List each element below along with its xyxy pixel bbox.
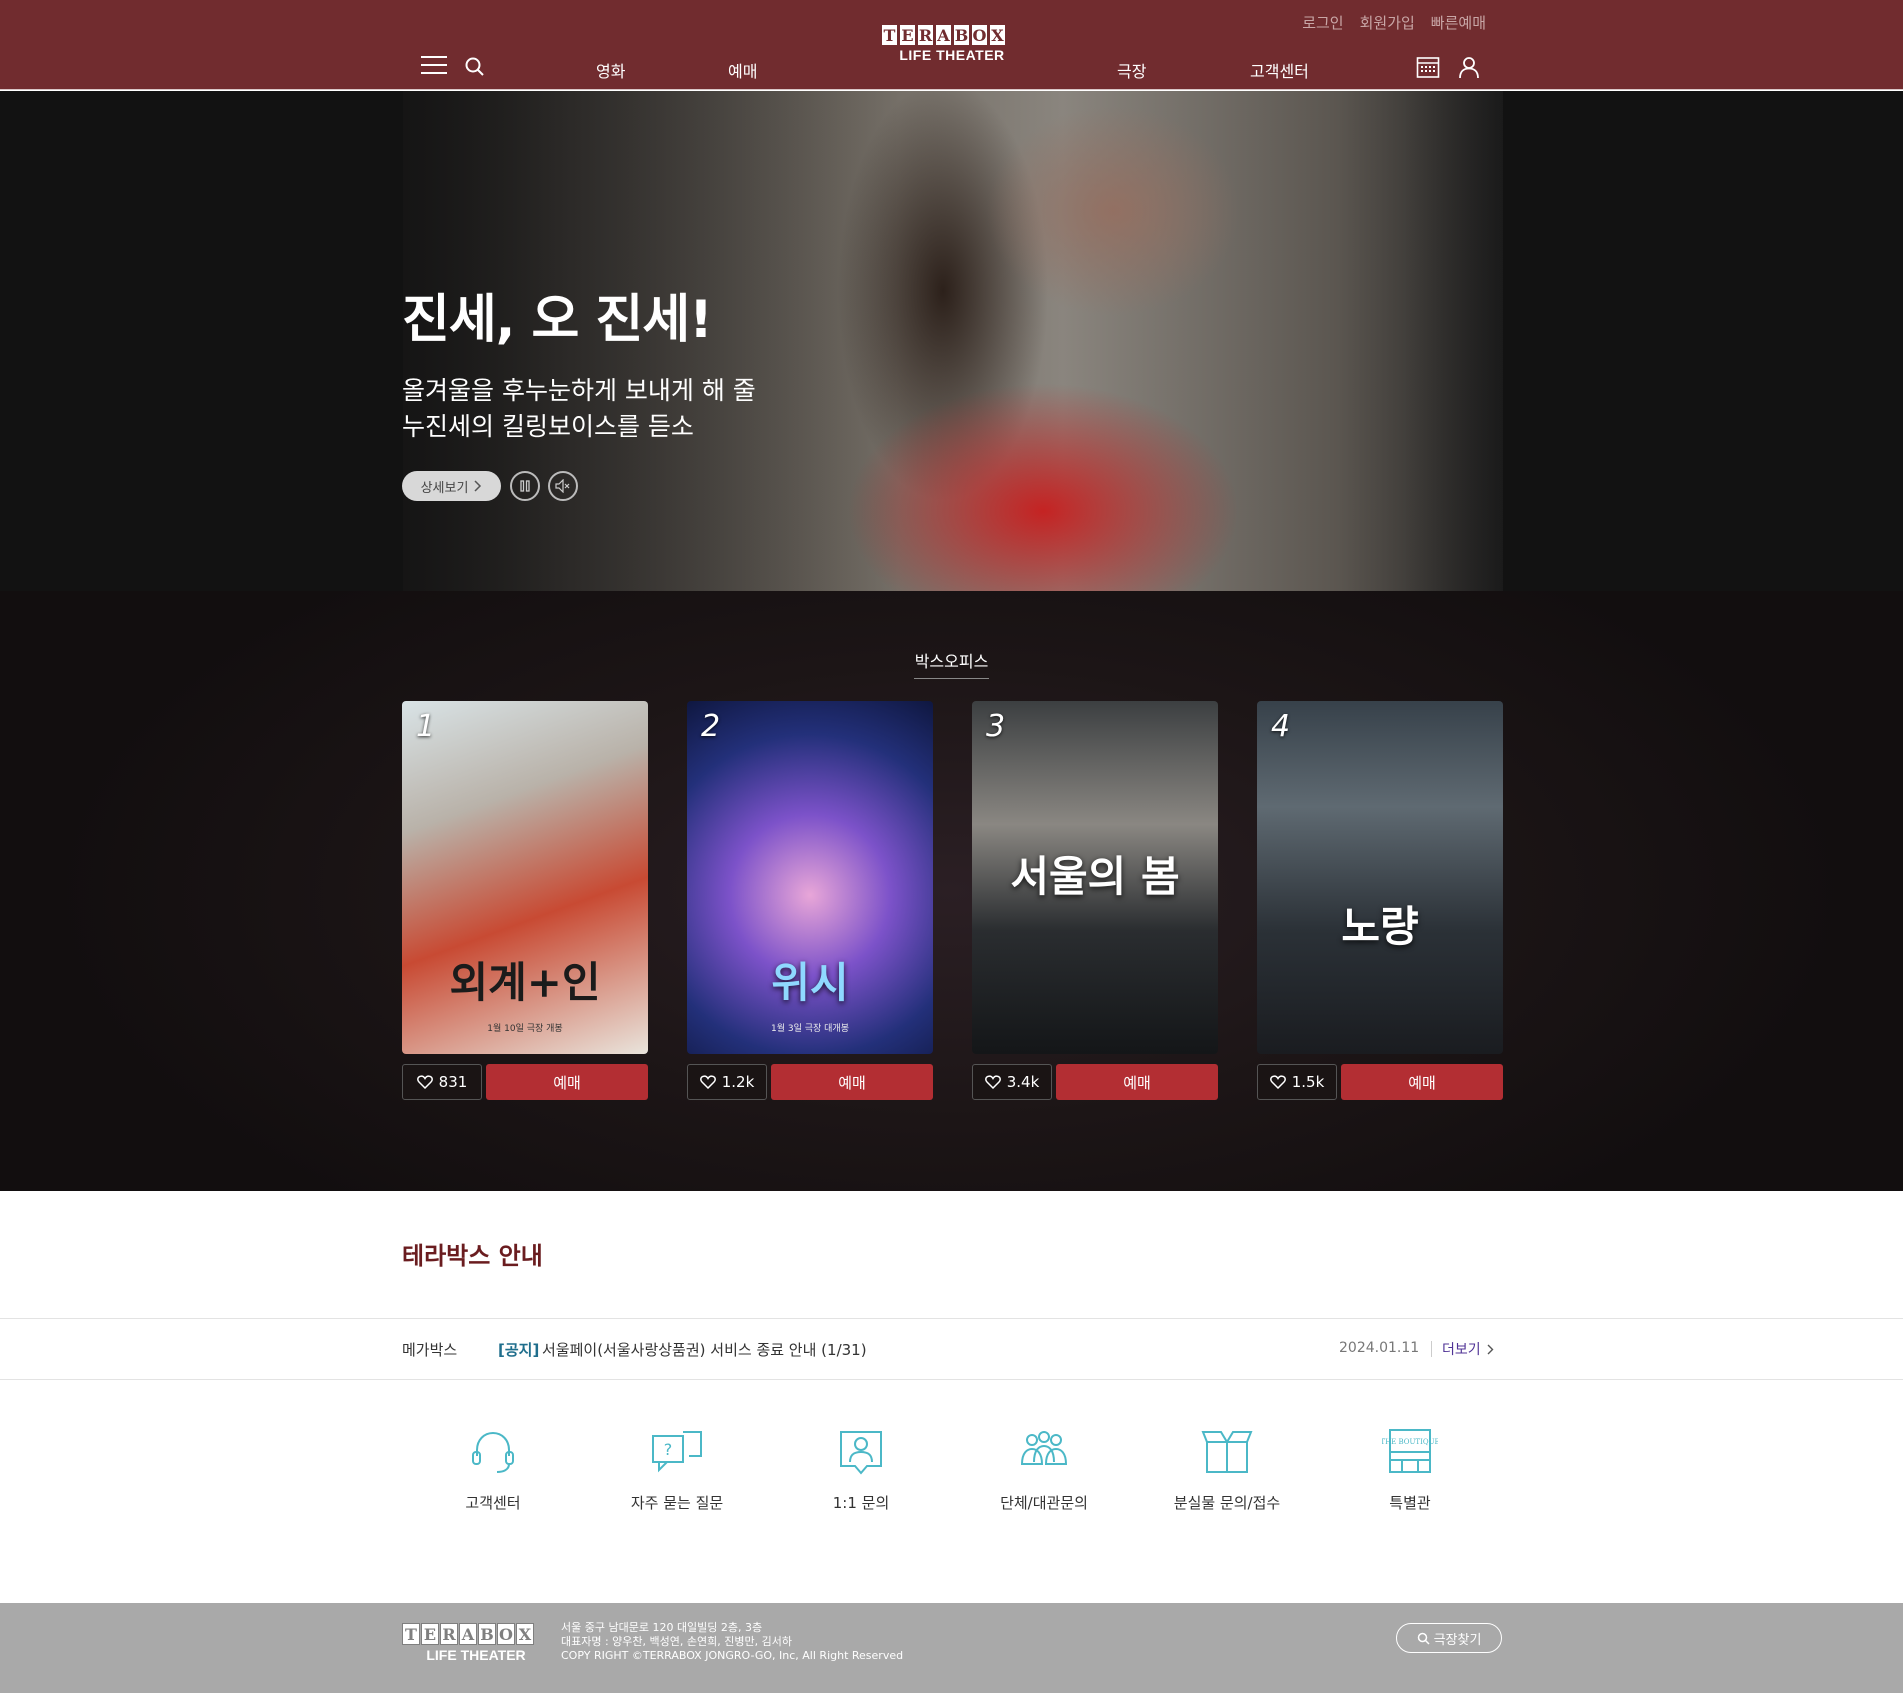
svg-text:?: ? xyxy=(664,1440,673,1459)
nav-movie[interactable]: 영화 xyxy=(596,58,625,82)
more-link[interactable]: 더보기 xyxy=(1442,1339,1494,1359)
rank-number: 3 xyxy=(986,709,1006,744)
poster-title: 노량 xyxy=(1341,902,1419,951)
movie-card: 4 노량 1.5k 예매 xyxy=(1257,701,1503,1100)
chevron-right-icon xyxy=(474,480,482,492)
like-button[interactable]: 3.4k xyxy=(972,1064,1052,1100)
notice-source: 메가박스 xyxy=(402,1341,458,1359)
movie-card: 2 위시 1월 3일 극장 대개봉 1.2k 예매 xyxy=(687,701,933,1100)
site-footer: TERABOX LIFE THEATER 서울 중구 남대문로 120 대일빌딩… xyxy=(0,1603,1903,1693)
movie-card: 3 서울의 봄 3.4k 예매 xyxy=(972,701,1218,1100)
menu-icon[interactable] xyxy=(421,56,447,76)
poster-subtitle: 1월 3일 극장 대개봉 xyxy=(771,1024,849,1034)
site-header: 로그인 회원가입 빠른예매 영화 예매 TERABOX LIFE THEATER… xyxy=(0,0,1903,90)
faq-icon: ? xyxy=(652,1431,702,1473)
book-button[interactable]: 예매 xyxy=(1341,1064,1503,1100)
nav-theater[interactable]: 극장 xyxy=(1117,58,1146,82)
user-icon[interactable] xyxy=(1457,55,1481,79)
util-links: 로그인 회원가입 빠른예매 xyxy=(1302,12,1486,33)
movie-poster[interactable]: 2 위시 1월 3일 극장 대개봉 xyxy=(687,701,933,1054)
calendar-icon[interactable] xyxy=(1416,55,1440,79)
poster-title: 서울의 봄 xyxy=(1010,852,1180,901)
hero-title: 진세, 오 진세! xyxy=(402,290,713,350)
signup-link[interactable]: 회원가입 xyxy=(1360,12,1415,33)
heart-icon xyxy=(416,1075,433,1089)
poster-title: 위시 xyxy=(771,958,849,1007)
book-button[interactable]: 예매 xyxy=(771,1064,933,1100)
heart-icon xyxy=(1269,1075,1286,1089)
svg-text:THE BOUTIQUE: THE BOUTIQUE xyxy=(1382,1438,1438,1446)
quick-booking-link[interactable]: 빠른예매 xyxy=(1431,12,1486,33)
boxoffice-section: 박스오피스 1 외계+인 1월 10일 극장 개봉 831 예매 2 위시 1월… xyxy=(0,591,1903,1191)
movie-poster[interactable]: 3 서울의 봄 xyxy=(972,701,1218,1054)
pause-icon xyxy=(520,480,530,492)
rank-number: 4 xyxy=(1271,709,1291,744)
notice-link[interactable]: 서울페이(서울사랑상품권) 서비스 종료 안내 (1/31) xyxy=(542,1339,867,1360)
hero-banner: 진세, 오 진세! 올겨울을 후누눈하게 보내게 해 줄 누진세의 킬링보이스를… xyxy=(0,91,1903,591)
like-button[interactable]: 1.5k xyxy=(1257,1064,1337,1100)
quick-support[interactable]: 고객센터 xyxy=(418,1426,568,1513)
info-title: 테라박스 안내 xyxy=(402,1242,543,1270)
login-link[interactable]: 로그인 xyxy=(1302,12,1343,33)
quick-faq[interactable]: ? 자주 묻는 질문 xyxy=(602,1426,752,1513)
mute-icon xyxy=(555,479,570,493)
search-icon[interactable] xyxy=(464,56,486,78)
like-button[interactable]: 831 xyxy=(402,1064,482,1100)
boxoffice-title: 박스오피스 xyxy=(914,652,989,671)
quick-special[interactable]: THE BOUTIQUE 특별관 xyxy=(1335,1426,1485,1513)
detail-button[interactable]: 상세보기 xyxy=(402,471,501,501)
logo[interactable]: TERABOX LIFE THEATER xyxy=(881,24,1023,68)
group-icon xyxy=(1020,1431,1068,1465)
find-theater-button[interactable]: 극장찾기 xyxy=(1396,1623,1502,1653)
movie-poster[interactable]: 1 외계+인 1월 10일 극장 개봉 xyxy=(402,701,648,1054)
poster-subtitle: 1월 10일 극장 개봉 xyxy=(487,1024,563,1034)
search-icon xyxy=(1417,1632,1430,1645)
nav-support[interactable]: 고객센터 xyxy=(1250,58,1309,82)
poster-title: 외계+인 xyxy=(449,958,601,1007)
notice-date: 2024.01.11 xyxy=(1339,1340,1420,1356)
rank-number: 1 xyxy=(416,709,436,744)
footer-logo: TERABOX LIFE THEATER xyxy=(402,1623,550,1663)
pause-button[interactable] xyxy=(510,471,540,501)
headset-icon xyxy=(472,1431,514,1473)
boutique-icon: THE BOUTIQUE xyxy=(1380,1429,1440,1473)
hero-description: 올겨울을 후누눈하게 보내게 해 줄 누진세의 킬링보이스를 듣소 xyxy=(402,376,756,441)
box-icon xyxy=(1201,1431,1253,1473)
footer-info: 서울 중구 남대문로 120 대일빌딩 2층, 3층 대표자명 : 양우찬, 백… xyxy=(561,1621,904,1662)
book-button[interactable]: 예매 xyxy=(1056,1064,1218,1100)
quick-inquiry[interactable]: 1:1 문의 xyxy=(786,1426,936,1513)
heart-icon xyxy=(699,1075,716,1089)
chevron-right-icon xyxy=(1487,1344,1494,1354)
nav-booking[interactable]: 예매 xyxy=(728,58,757,82)
heart-icon xyxy=(984,1075,1001,1089)
mute-button[interactable] xyxy=(548,471,578,501)
movie-poster[interactable]: 4 노량 xyxy=(1257,701,1503,1054)
notice-bar: 메가박스 [공지] 서울페이(서울사랑상품권) 서비스 종료 안내 (1/31)… xyxy=(0,1318,1903,1380)
like-button[interactable]: 1.2k xyxy=(687,1064,767,1100)
quick-lostfound[interactable]: 분실물 문의/접수 xyxy=(1152,1426,1302,1513)
quick-group[interactable]: 단체/대관문의 xyxy=(969,1426,1119,1513)
person-chat-icon xyxy=(840,1431,882,1475)
book-button[interactable]: 예매 xyxy=(486,1064,648,1100)
movie-card: 1 외계+인 1월 10일 극장 개봉 831 예매 xyxy=(402,701,648,1100)
rank-number: 2 xyxy=(701,709,721,744)
notice-tag: [공지] xyxy=(498,1341,540,1359)
